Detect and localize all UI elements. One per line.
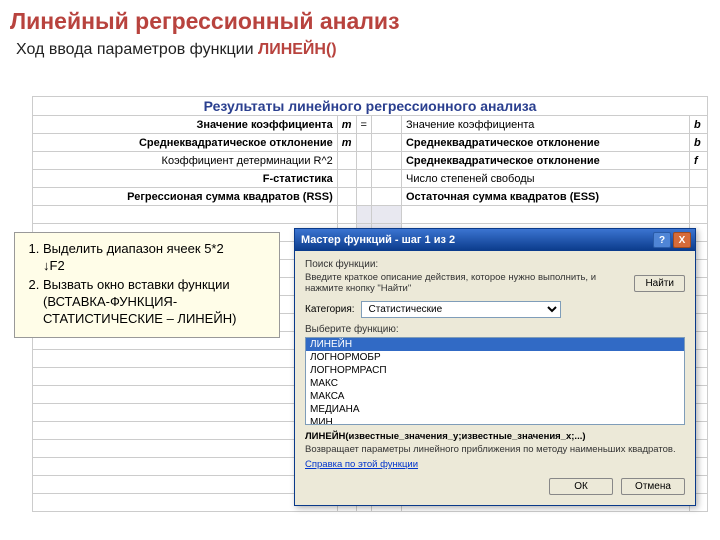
search-hint: Введите краткое описание действия, котор… bbox=[305, 272, 628, 295]
function-signature: ЛИНЕЙН(известные_значения_y;известные_зн… bbox=[305, 431, 685, 442]
table-row: Значение коэффициента m = Значение коэфф… bbox=[33, 116, 708, 134]
table-row: Коэффициент детерминации R^2 Среднеквадр… bbox=[33, 152, 708, 170]
function-help-link[interactable]: Справка по этой функции bbox=[305, 459, 418, 470]
instructions-callout: Выделить диапазон ячеек 5*2 ↓F2 Вызвать … bbox=[14, 232, 280, 338]
table-row: F-статистика Число степеней свободы bbox=[33, 170, 708, 188]
dialog-title: Мастер функций - шаг 1 из 2 bbox=[299, 234, 651, 246]
subtitle-function: ЛИНЕЙН() bbox=[258, 41, 337, 58]
function-option[interactable]: ЛОГНОРМРАСП bbox=[306, 364, 684, 377]
help-icon[interactable]: ? bbox=[653, 232, 671, 248]
function-option[interactable]: МАКС bbox=[306, 377, 684, 390]
slide-title: Линейный регрессионный анализ bbox=[0, 0, 720, 39]
function-listbox[interactable]: ЛИНЕЙНЛОГНОРМОБРЛОГНОРМРАСПМАКСМАКСАМЕДИ… bbox=[305, 337, 685, 425]
search-label: Поиск функции: bbox=[305, 259, 685, 270]
function-option[interactable]: ЛИНЕЙН bbox=[306, 338, 684, 351]
cancel-button[interactable]: Отмена bbox=[621, 478, 685, 495]
ok-button[interactable]: ОК bbox=[549, 478, 613, 495]
find-button[interactable]: Найти bbox=[634, 275, 685, 292]
select-function-label: Выберите функцию: bbox=[305, 324, 685, 335]
instruction-step-1: Выделить диапазон ячеек 5*2 ↓F2 bbox=[43, 241, 273, 275]
function-wizard-dialog: Мастер функций - шаг 1 из 2 ? X Поиск фу… bbox=[294, 228, 696, 506]
dialog-titlebar[interactable]: Мастер функций - шаг 1 из 2 ? X bbox=[295, 229, 695, 251]
table-row[interactable] bbox=[33, 206, 708, 224]
down-arrow-icon: ↓F2 bbox=[43, 258, 65, 273]
function-option[interactable]: ЛОГНОРМОБР bbox=[306, 351, 684, 364]
subtitle-text: Ход ввода параметров функции bbox=[16, 41, 258, 58]
category-label: Категория: bbox=[305, 304, 355, 315]
instruction-step-2: Вызвать окно вставки функции (ВСТАВКА-ФУ… bbox=[43, 277, 273, 328]
function-option[interactable]: МИН bbox=[306, 416, 684, 425]
slide-subtitle: Ход ввода параметров функции ЛИНЕЙН() bbox=[0, 39, 720, 67]
table-row: Среднеквадратическое отклонение m Средне… bbox=[33, 134, 708, 152]
table-row: Регрессионая сумма квадратов (RSS) Остат… bbox=[33, 188, 708, 206]
category-select[interactable]: Статистические bbox=[361, 301, 561, 318]
function-option[interactable]: МЕДИАНА bbox=[306, 403, 684, 416]
close-icon[interactable]: X bbox=[673, 232, 691, 248]
table-header: Результаты линейного регрессионного анал… bbox=[33, 97, 708, 116]
function-description: Возвращает параметры линейного приближен… bbox=[305, 444, 685, 455]
function-option[interactable]: МАКСА bbox=[306, 390, 684, 403]
